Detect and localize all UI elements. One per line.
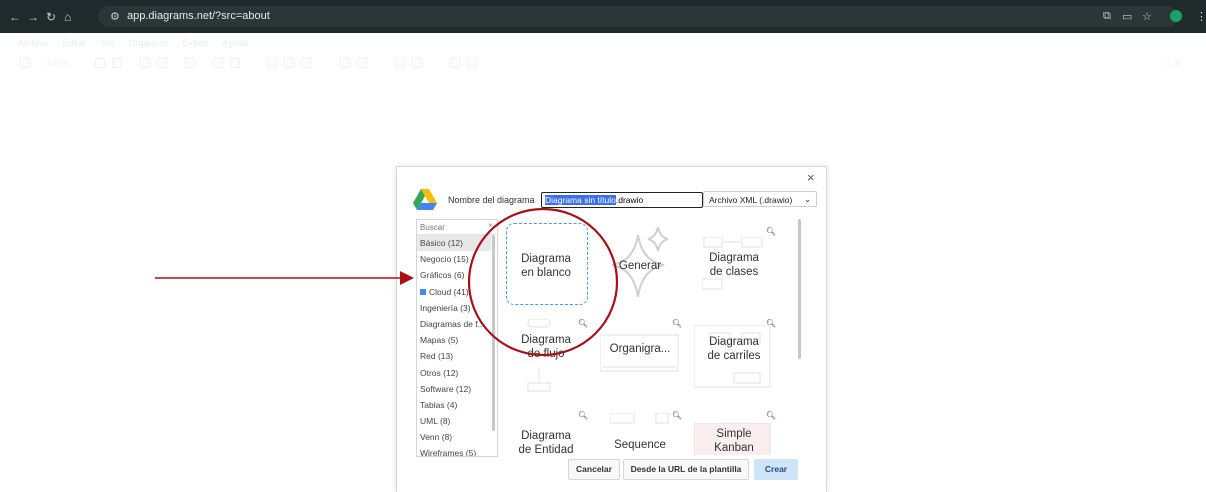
annotation-circle xyxy=(467,207,619,357)
annotation-overlay xyxy=(155,207,619,357)
annotation-arrow-head-icon xyxy=(400,271,414,285)
